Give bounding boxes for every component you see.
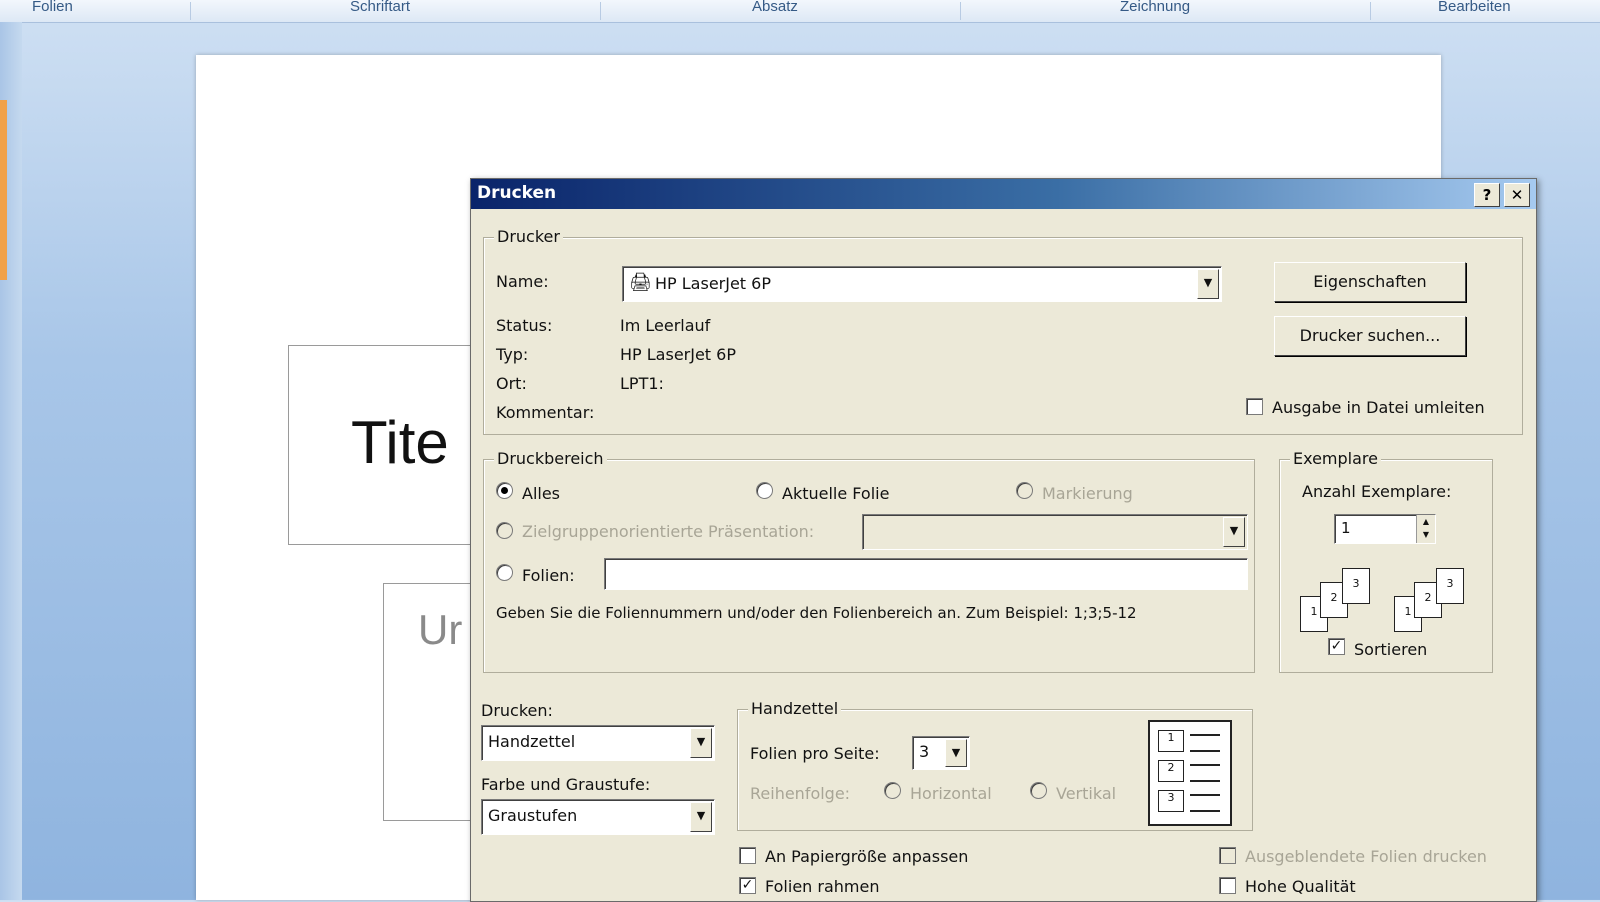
copies-legend: Exemplare xyxy=(1290,449,1381,468)
range-selection-radio[interactable] xyxy=(1016,482,1033,499)
copies-count-value: 1 xyxy=(1341,519,1351,537)
printer-name-label: Name: xyxy=(496,272,549,291)
color-select[interactable]: Graustufen ▼ xyxy=(481,799,715,835)
color-label: Farbe und Graustufe: xyxy=(481,775,651,794)
collate-checkbox[interactable]: ✓ xyxy=(1328,638,1345,655)
high-quality-checkbox[interactable] xyxy=(1219,877,1236,894)
range-all-radio[interactable] xyxy=(496,482,513,499)
ribbon-group-zeichnung[interactable]: Zeichnung xyxy=(1120,0,1190,22)
custom-show-select[interactable]: ▼ xyxy=(862,514,1248,550)
ribbon-group-absatz[interactable]: Absatz xyxy=(752,0,798,22)
hidden-slides-checkbox[interactable] xyxy=(1219,847,1236,864)
chevron-down-icon[interactable]: ▼ xyxy=(690,728,712,758)
page-icon: 3 xyxy=(1436,568,1464,604)
range-slides-label: Folien: xyxy=(522,566,575,585)
per-page-value: 3 xyxy=(919,742,930,761)
ribbon-strip: Folien Schriftart Absatz Zeichnung Bearb… xyxy=(0,0,1600,23)
high-quality-label: Hohe Qualität xyxy=(1245,877,1356,896)
per-page-select[interactable]: 3 ▼ xyxy=(912,736,970,770)
slide-pane-edge xyxy=(0,22,22,900)
subtitle-placeholder-text: Ur xyxy=(418,606,463,653)
chevron-down-icon[interactable]: ▼ xyxy=(945,739,967,767)
order-vertical-label: Vertikal xyxy=(1056,784,1117,803)
location-label: Ort: xyxy=(496,374,527,393)
range-all-label: Alles xyxy=(522,484,561,503)
selected-slide-indicator xyxy=(0,100,7,280)
chevron-down-icon[interactable]: ▼ xyxy=(1197,269,1219,299)
frame-slides-label: Folien rahmen xyxy=(765,877,880,896)
page-icon: 3 xyxy=(1342,568,1370,604)
ribbon-group-bearbeiten[interactable]: Bearbeiten xyxy=(1438,0,1511,22)
handouts-legend: Handzettel xyxy=(748,699,842,718)
scale-to-fit-label: An Papiergröße anpassen xyxy=(765,847,969,866)
collate-label: Sortieren xyxy=(1354,640,1428,659)
print-what-select[interactable]: Handzettel ▼ xyxy=(481,725,715,761)
chevron-down-icon[interactable]: ▼ xyxy=(1223,517,1245,547)
order-horizontal-label: Horizontal xyxy=(910,784,992,803)
type-value: HP LaserJet 6P xyxy=(620,345,736,364)
printer-group-legend: Drucker xyxy=(494,227,563,246)
help-button[interactable]: ? xyxy=(1474,183,1500,207)
order-horizontal-radio[interactable] xyxy=(884,782,901,799)
range-current-slide-label: Aktuelle Folie xyxy=(782,484,890,503)
print-to-file-label: Ausgabe in Datei umleiten xyxy=(1272,398,1485,417)
frame-slides-checkbox[interactable]: ✓ xyxy=(739,877,756,894)
properties-button[interactable]: Eigenschaften xyxy=(1274,262,1466,302)
collate-illustration: 1 2 3 1 2 3 xyxy=(1300,560,1480,640)
slides-input[interactable] xyxy=(604,558,1248,590)
range-selection-label: Markierung xyxy=(1042,484,1133,503)
scale-to-fit-checkbox[interactable] xyxy=(739,847,756,864)
print-dialog: Drucken ? ✕ Drucker Name: HP LaserJet 6P… xyxy=(470,178,1537,902)
print-range-group: Druckbereich Alles Aktuelle Folie Markie… xyxy=(483,449,1255,673)
print-range-legend: Druckbereich xyxy=(494,449,607,468)
color-value: Graustufen xyxy=(488,806,578,825)
status-label: Status: xyxy=(496,316,553,335)
dialog-title: Drucken xyxy=(477,183,557,203)
status-value: Im Leerlauf xyxy=(620,316,711,335)
preview-slide-1: 1 xyxy=(1158,730,1184,752)
handout-layout-preview: 1 2 3 xyxy=(1148,720,1232,826)
print-what-label: Drucken: xyxy=(481,701,553,720)
title-placeholder-text: Tite xyxy=(351,409,449,476)
dialog-titlebar[interactable]: Drucken ? ✕ xyxy=(471,179,1536,209)
ribbon-group-folien[interactable]: Folien xyxy=(32,0,73,22)
printer-group: Drucker Name: HP LaserJet 6P 🖨 ▼ Status:… xyxy=(483,227,1523,435)
comment-label: Kommentar: xyxy=(496,403,595,422)
range-custom-show-label: Zielgruppenorientierte Präsentation: xyxy=(522,522,815,541)
preview-slide-2: 2 xyxy=(1158,760,1184,782)
copies-count-label: Anzahl Exemplare: xyxy=(1302,482,1452,501)
copies-count-input[interactable]: 1 ▲ ▼ xyxy=(1334,514,1436,544)
type-label: Typ: xyxy=(496,345,529,364)
handouts-group: Handzettel Folien pro Seite: 3 ▼ Reihenf… xyxy=(737,699,1253,831)
note-lines-icon xyxy=(1190,764,1220,782)
ribbon-group-schriftart[interactable]: Schriftart xyxy=(350,0,410,22)
ribbon-separator xyxy=(1370,2,1371,20)
printer-name-value: HP LaserJet 6P xyxy=(655,274,771,293)
spin-arrows-icon[interactable]: ▲ ▼ xyxy=(1416,515,1435,543)
per-page-label: Folien pro Seite: xyxy=(750,744,880,763)
preview-slide-3: 3 xyxy=(1158,790,1184,812)
ribbon-separator xyxy=(190,2,191,20)
note-lines-icon xyxy=(1190,794,1220,812)
range-slides-radio[interactable] xyxy=(496,564,513,581)
chevron-down-icon[interactable]: ▼ xyxy=(690,802,712,832)
ribbon-separator xyxy=(960,2,961,20)
printer-icon: 🖨 xyxy=(629,272,652,293)
range-hint: Geben Sie die Foliennummern und/oder den… xyxy=(496,604,1137,622)
range-custom-show-radio[interactable] xyxy=(496,522,513,539)
copies-group: Exemplare Anzahl Exemplare: 1 ▲ ▼ 1 2 3 1… xyxy=(1279,449,1493,673)
order-vertical-radio[interactable] xyxy=(1030,782,1047,799)
note-lines-icon xyxy=(1190,734,1220,752)
print-what-value: Handzettel xyxy=(488,732,576,751)
location-value: LPT1: xyxy=(620,374,664,393)
hidden-slides-label: Ausgeblendete Folien drucken xyxy=(1245,847,1487,866)
find-printer-button[interactable]: Drucker suchen... xyxy=(1274,316,1466,356)
printer-name-select[interactable]: HP LaserJet 6P 🖨 ▼ xyxy=(622,266,1222,302)
order-label: Reihenfolge: xyxy=(750,784,851,803)
range-current-slide-radio[interactable] xyxy=(756,482,773,499)
close-button[interactable]: ✕ xyxy=(1504,183,1530,207)
print-to-file-checkbox[interactable] xyxy=(1246,398,1263,415)
ribbon-separator xyxy=(600,2,601,20)
